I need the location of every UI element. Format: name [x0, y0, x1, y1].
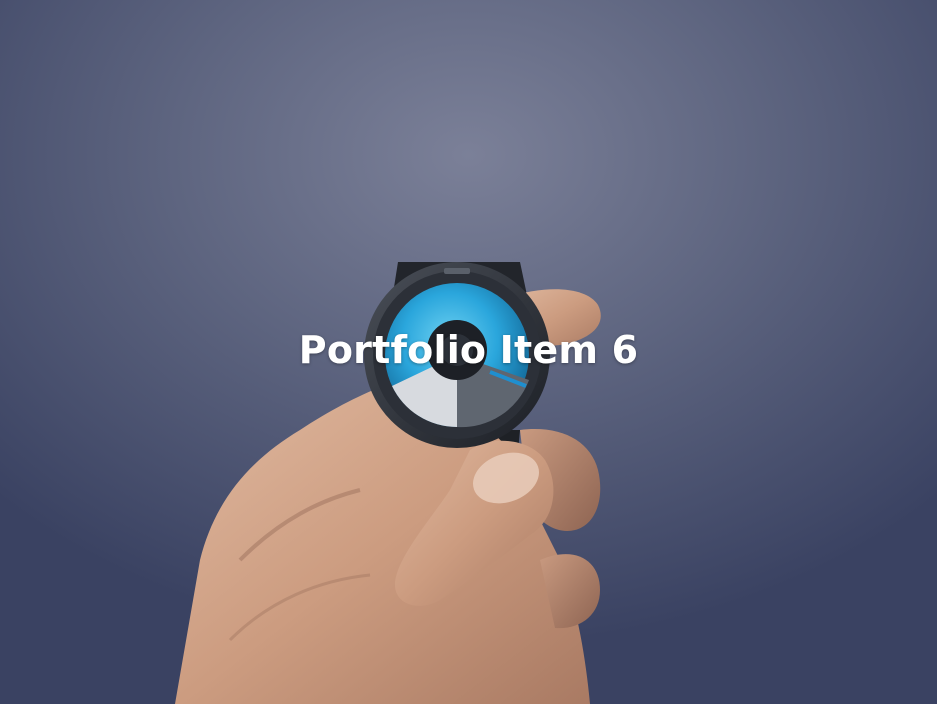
portfolio-item-card[interactable]: Portfolio Item 6: [0, 0, 937, 704]
portfolio-item-title: Portfolio Item 6: [298, 328, 639, 372]
